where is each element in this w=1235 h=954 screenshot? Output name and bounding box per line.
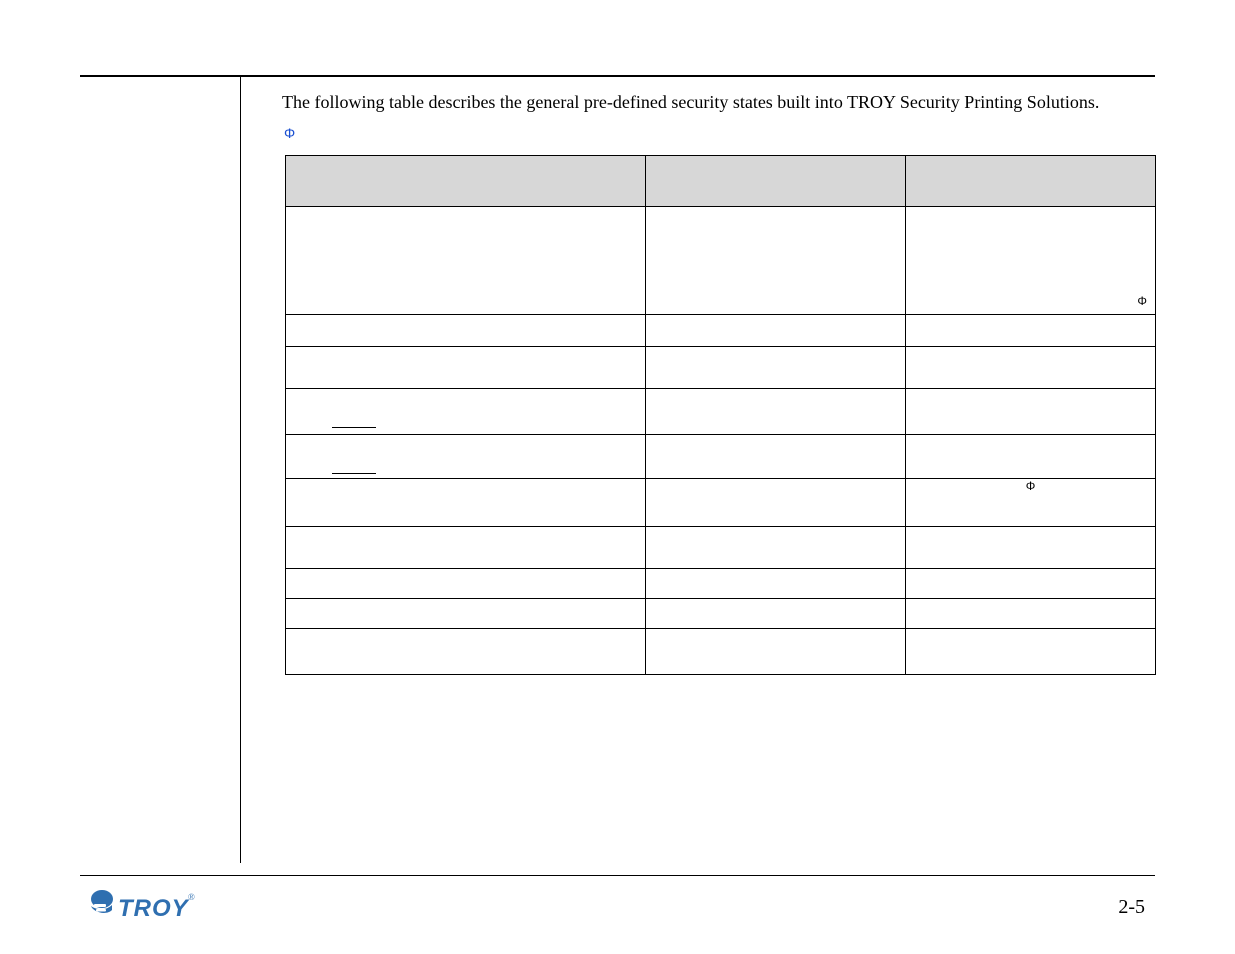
bottom-rule <box>80 875 1155 876</box>
underline-mark <box>332 427 376 428</box>
troy-logo: TROY ® <box>88 886 198 926</box>
cell <box>906 599 1156 629</box>
cell <box>906 569 1156 599</box>
cell <box>286 435 646 479</box>
table-row <box>286 435 1156 479</box>
table-row: Φ <box>286 479 1156 527</box>
cell <box>646 347 906 389</box>
cell <box>646 527 906 569</box>
cell <box>906 347 1156 389</box>
phi-annotate-top: Φ <box>284 125 295 141</box>
cell: Φ <box>906 207 1156 315</box>
th-3 <box>906 156 1156 207</box>
cell <box>646 629 906 675</box>
cell <box>906 629 1156 675</box>
phi-icon: Φ <box>1026 479 1036 493</box>
underline-mark <box>332 473 376 474</box>
intro-paragraph: The following table describes the genera… <box>282 90 1155 114</box>
table-row <box>286 389 1156 435</box>
cell <box>286 479 646 527</box>
cell <box>286 569 646 599</box>
phi-icon: Φ <box>1137 294 1147 308</box>
th-1 <box>286 156 646 207</box>
cell <box>286 347 646 389</box>
table-row: Φ <box>286 207 1156 315</box>
table-row <box>286 527 1156 569</box>
cell <box>286 599 646 629</box>
cell <box>286 527 646 569</box>
cell <box>646 569 906 599</box>
cell <box>646 435 906 479</box>
table-row <box>286 347 1156 389</box>
logo-registered: ® <box>188 892 195 902</box>
left-divider <box>240 75 241 863</box>
cell <box>646 315 906 347</box>
logo-text: TROY <box>118 895 190 922</box>
table-row <box>286 315 1156 347</box>
cell <box>646 389 906 435</box>
security-states-table: Φ <box>285 155 1156 675</box>
table-header-row <box>286 156 1156 207</box>
th-2 <box>646 156 906 207</box>
cell <box>646 479 906 527</box>
page-number: 2-5 <box>1118 896 1145 919</box>
table-row <box>286 569 1156 599</box>
top-rule <box>80 75 1155 77</box>
cell <box>906 527 1156 569</box>
cell <box>646 207 906 315</box>
cell: Φ <box>906 479 1156 527</box>
cell <box>286 389 646 435</box>
cell <box>646 599 906 629</box>
table-row <box>286 599 1156 629</box>
cell <box>906 315 1156 347</box>
cell <box>286 207 646 315</box>
cell <box>906 435 1156 479</box>
cell <box>286 315 646 347</box>
cell <box>286 629 646 675</box>
cell <box>906 389 1156 435</box>
table-row <box>286 629 1156 675</box>
